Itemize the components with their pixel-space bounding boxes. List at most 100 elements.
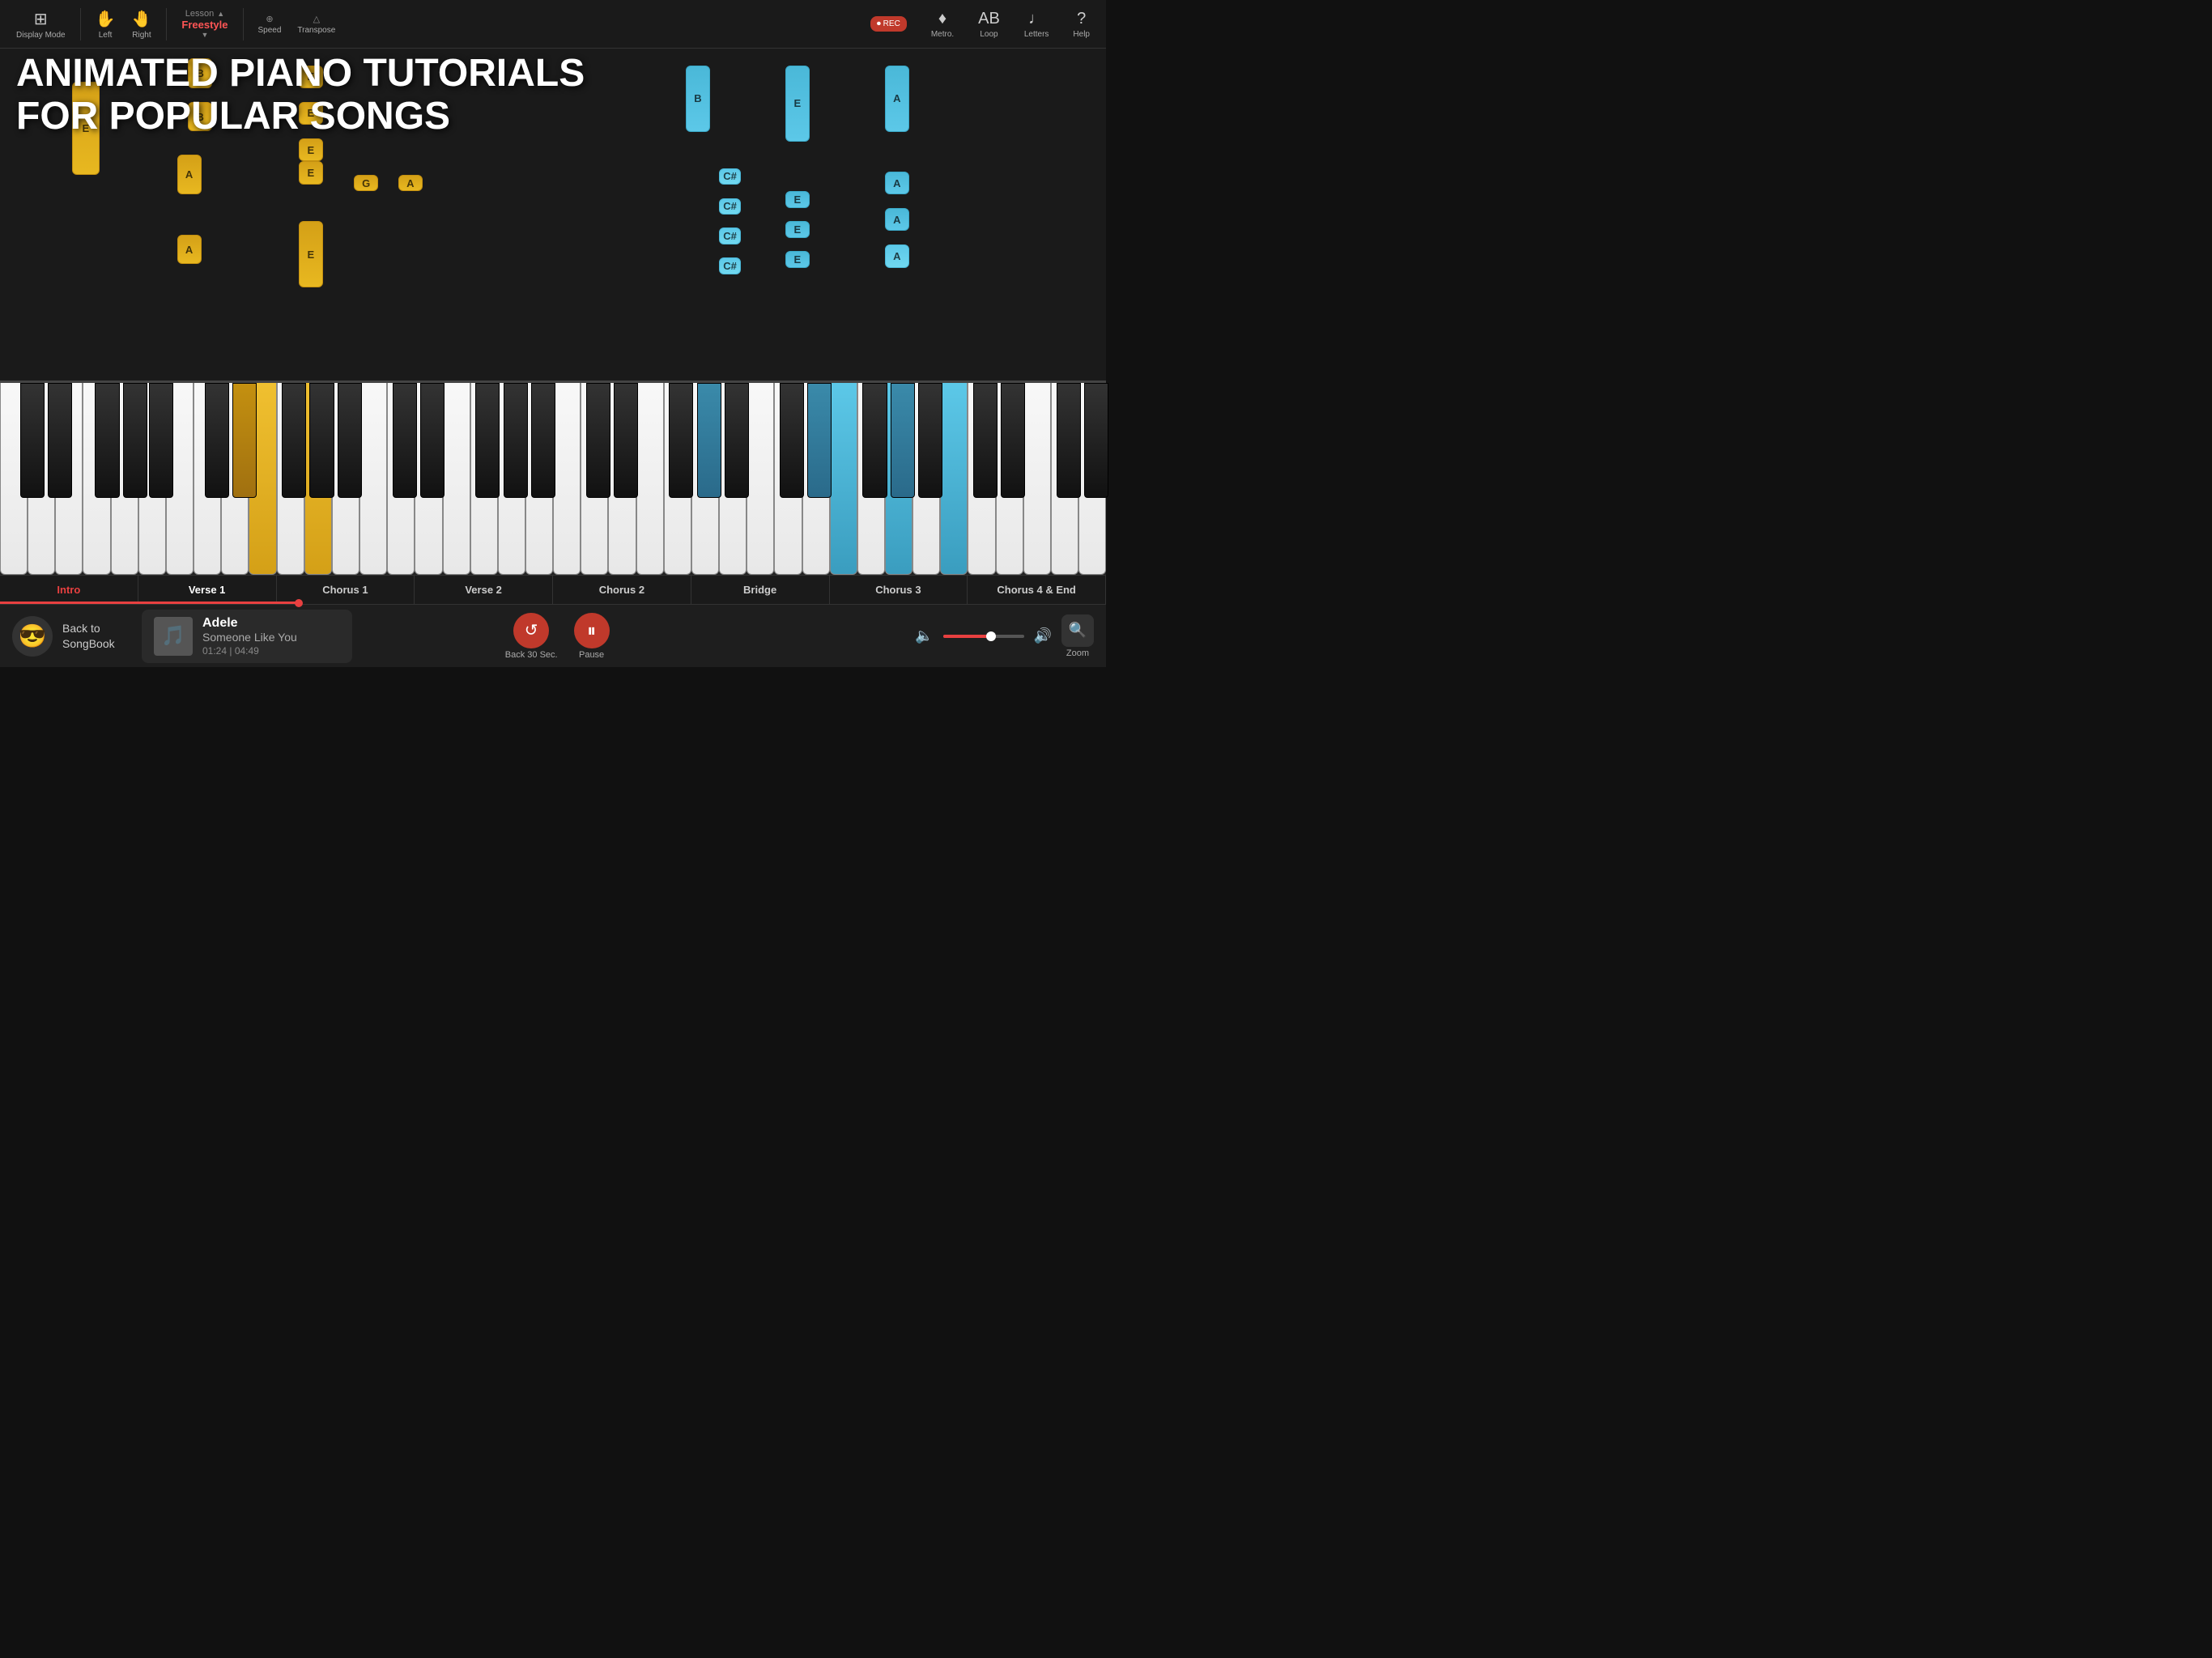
- pause-icon: ⏸: [574, 613, 610, 648]
- song-thumbnail: 🎵: [154, 617, 193, 656]
- note-yellow-8: E: [299, 161, 323, 185]
- note-blue-7: C#: [719, 257, 741, 274]
- toolbar-speed[interactable]: ⊕ Speed: [258, 14, 282, 35]
- black-key-22-active-blue[interactable]: [807, 383, 832, 498]
- toolbar-record[interactable]: ⏺ REC: [870, 16, 907, 32]
- black-key-1[interactable]: [20, 383, 45, 498]
- black-key-7-active-yellow[interactable]: [232, 383, 257, 498]
- white-key-35-active-blue[interactable]: [940, 383, 968, 575]
- back-to-songbook-button[interactable]: 😎 Back toSongBook: [12, 616, 125, 657]
- song-title: Someone Like You: [202, 631, 297, 644]
- black-key-23[interactable]: [862, 383, 887, 498]
- volume-slider[interactable]: [943, 635, 1024, 638]
- section-verse1[interactable]: Verse 1: [138, 576, 277, 604]
- toolbar-help[interactable]: ? Help: [1073, 10, 1090, 39]
- section-chorus4end[interactable]: Chorus 4 & End: [968, 576, 1106, 604]
- toolbar-right-section: ⏺ REC ♦ Metro. AB Loop ♩ Letters ? Help: [862, 10, 1098, 39]
- black-key-4[interactable]: [123, 383, 147, 498]
- loop-icon: AB: [978, 10, 1000, 28]
- right-hand-icon: 🤚: [132, 9, 152, 29]
- toolbar-display-mode[interactable]: ⊞ Display Mode: [16, 9, 66, 40]
- playback-controls: ↺ Back 30 Sec. ⏸ Pause: [505, 613, 610, 660]
- note-yellow-10: A: [398, 175, 423, 192]
- song-artist: Adele: [202, 616, 297, 631]
- white-key-14[interactable]: [359, 383, 387, 575]
- piano-keys: [0, 383, 1106, 575]
- black-key-9[interactable]: [309, 383, 334, 498]
- progress-dot[interactable]: [295, 599, 303, 607]
- transpose-icon: △: [313, 14, 320, 24]
- pause-button[interactable]: ⏸ Pause: [574, 613, 610, 660]
- black-key-2[interactable]: [48, 383, 72, 498]
- volume-low-icon: 🔈: [915, 627, 933, 644]
- note-yellow-6: E: [299, 138, 323, 162]
- black-key-29[interactable]: [1084, 383, 1108, 498]
- black-key-26[interactable]: [973, 383, 998, 498]
- section-chorus3[interactable]: Chorus 3: [830, 576, 968, 604]
- toolbar-lesson[interactable]: Lesson ▲ Freestyle ▼: [181, 9, 228, 39]
- zoom-button[interactable]: 🔍 Zoom: [1061, 614, 1094, 658]
- note-yellow-5: E: [299, 102, 323, 125]
- note-yellow-11: E: [299, 221, 323, 287]
- black-key-5[interactable]: [149, 383, 173, 498]
- section-intro[interactable]: Intro: [0, 576, 138, 604]
- note-blue-9: E: [785, 221, 810, 238]
- black-key-27[interactable]: [1001, 383, 1025, 498]
- note-blue-4: C#: [719, 168, 741, 185]
- display-mode-icon: ⊞: [34, 9, 48, 29]
- toolbar-loop[interactable]: AB Loop: [978, 10, 1000, 39]
- white-key-31-active-blue[interactable]: [830, 383, 857, 575]
- black-key-15[interactable]: [531, 383, 555, 498]
- back30-button[interactable]: ↺ Back 30 Sec.: [505, 613, 558, 660]
- freestyle-label: Freestyle: [181, 19, 228, 31]
- white-key-17[interactable]: [443, 383, 470, 575]
- chevron-down-icon: ▼: [201, 31, 208, 39]
- toolbar-letters[interactable]: ♩ Letters: [1024, 10, 1049, 39]
- black-key-13[interactable]: [475, 383, 500, 498]
- black-key-8[interactable]: [282, 383, 306, 498]
- black-key-28[interactable]: [1057, 383, 1081, 498]
- piano-roll: E B B E E E A E G A E A B E A C# C# C# C…: [0, 49, 1106, 380]
- black-key-24-active-blue[interactable]: [891, 383, 915, 498]
- section-verse2[interactable]: Verse 2: [415, 576, 553, 604]
- note-yellow-9: G: [354, 175, 378, 192]
- note-blue-1: B: [686, 66, 710, 132]
- record-btn[interactable]: ⏺ REC: [870, 16, 907, 32]
- song-details: Adele Someone Like You 01:24 | 04:49: [202, 616, 297, 657]
- toolbar-metro[interactable]: ♦ Metro.: [931, 10, 954, 39]
- toolbar-left[interactable]: ✋ Left: [96, 9, 116, 40]
- note-yellow-2: B: [188, 58, 212, 88]
- black-key-25[interactable]: [918, 383, 942, 498]
- black-key-12[interactable]: [420, 383, 445, 498]
- black-key-16[interactable]: [586, 383, 610, 498]
- black-key-11[interactable]: [393, 383, 417, 498]
- toolbar-right[interactable]: 🤚 Right: [132, 9, 152, 40]
- volume-high-icon: 🔊: [1034, 627, 1052, 644]
- black-key-10[interactable]: [338, 383, 362, 498]
- section-chorus2[interactable]: Chorus 2: [553, 576, 691, 604]
- note-yellow-1: E: [72, 82, 100, 175]
- note-blue-5: C#: [719, 198, 741, 215]
- black-key-6[interactable]: [205, 383, 229, 498]
- black-key-18[interactable]: [669, 383, 693, 498]
- black-key-19-active-blue[interactable]: [697, 383, 721, 498]
- note-blue-13: A: [885, 244, 909, 268]
- toolbar-transpose[interactable]: △ Transpose: [297, 14, 335, 35]
- note-yellow-4: E: [299, 66, 323, 89]
- white-key-24[interactable]: [636, 383, 664, 575]
- black-key-21[interactable]: [780, 383, 804, 498]
- black-key-14[interactable]: [504, 383, 528, 498]
- bottom-bar: 😎 Back toSongBook 🎵 Adele Someone Like Y…: [0, 604, 1106, 667]
- section-bridge[interactable]: Bridge: [691, 576, 830, 604]
- white-key-21[interactable]: [553, 383, 581, 575]
- note-blue-2: E: [785, 66, 810, 142]
- black-key-17[interactable]: [614, 383, 638, 498]
- black-key-20[interactable]: [725, 383, 749, 498]
- song-time: 01:24 | 04:49: [202, 645, 297, 657]
- white-key-38[interactable]: [1023, 383, 1051, 575]
- black-key-3[interactable]: [95, 383, 119, 498]
- progress-indicator: [0, 602, 299, 604]
- toolbar-divider-2: [166, 8, 167, 40]
- piano-keyboard: [0, 380, 1106, 575]
- white-key-28[interactable]: [747, 383, 774, 575]
